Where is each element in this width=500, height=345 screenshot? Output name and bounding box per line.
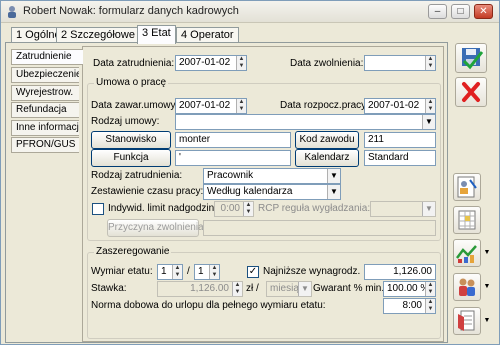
app-icon xyxy=(8,6,16,18)
grading-group-title: Zaszeregowanie xyxy=(94,246,172,257)
schedule-select[interactable]: Według kalendarza ▼ xyxy=(203,184,341,200)
contract-date-field[interactable]: 2007-01-02 ▲ ▼ xyxy=(175,98,247,114)
tab-operator[interactable]: 4 Operator xyxy=(176,27,239,43)
dismissal-reason-field xyxy=(203,220,436,236)
rate-label: Stawka: xyxy=(91,283,127,294)
job-fraction-numerator[interactable]: 1 ▲ ▼ xyxy=(157,264,183,280)
dismissal-reason-button: Przyczyna zwolnienia xyxy=(107,219,204,237)
spinner-icon[interactable]: ▲ ▼ xyxy=(236,99,246,113)
people-button[interactable] xyxy=(453,273,481,301)
leave-norm-label: Norma dobowa do urlopu dla pełnego wymia… xyxy=(91,300,326,311)
sidetab-inne-informacje[interactable]: Inne informacje xyxy=(11,120,79,136)
chevron-down-icon: ▼ xyxy=(298,282,311,296)
function-button[interactable]: Funkcja xyxy=(91,149,171,167)
function-field[interactable]: ' xyxy=(175,150,291,166)
rate-unit: zł / xyxy=(246,283,259,294)
documents-icon xyxy=(458,310,475,331)
calendar-button[interactable]: Kalendarz xyxy=(295,149,359,167)
title-bar[interactable]: Robert Nowak: formularz danych kadrowych… xyxy=(1,1,499,23)
min-wage-checkbox[interactable]: ✓ xyxy=(247,266,259,278)
chevron-down-icon[interactable]: ▼ xyxy=(422,115,435,129)
chart-icon xyxy=(456,245,477,263)
schedule-label: Zestawienie czasu pracy: xyxy=(91,186,204,197)
chevron-down-icon[interactable]: ▼ xyxy=(483,273,491,301)
chevron-down-icon[interactable]: ▼ xyxy=(483,307,491,335)
spinner-icon[interactable]: ▲ ▼ xyxy=(425,282,435,296)
red-x-icon xyxy=(462,82,480,102)
spinner-icon[interactable]: ▲ ▼ xyxy=(425,299,435,313)
leave-date-label: Data zwolnienia: xyxy=(290,58,364,69)
sidetab-refundacja[interactable]: Refundacja xyxy=(11,102,79,118)
occupation-code-field[interactable]: 211 xyxy=(364,132,436,148)
contract-type-label: Rodzaj umowy: xyxy=(91,116,160,127)
spinner-icon: ▲ ▼ xyxy=(232,282,242,296)
spinner-icon[interactable]: ▲ ▼ xyxy=(209,265,219,279)
calendar-field[interactable]: Standard xyxy=(364,150,436,166)
chevron-down-icon[interactable]: ▼ xyxy=(327,169,340,183)
employment-content: Data zatrudnienia: 2007-01-02 ▲ ▼ Data zw… xyxy=(82,46,444,342)
tab-etat[interactable]: 3 Etat xyxy=(137,25,176,44)
position-button[interactable]: Stanowisko xyxy=(91,131,171,149)
job-fraction-denominator[interactable]: 1 ▲ ▼ xyxy=(194,264,220,280)
window-title: Robert Nowak: formularz danych kadrowych xyxy=(23,5,239,17)
tab-szczegolowe[interactable]: 2 Szczegółowe xyxy=(56,27,140,43)
rate-field: 1,126.00 ▲ ▼ xyxy=(157,281,243,297)
form-window: Robert Nowak: formularz danych kadrowych… xyxy=(0,0,500,345)
spinner-icon[interactable]: ▲ ▼ xyxy=(425,99,435,113)
leave-date-field[interactable]: ▲ ▼ xyxy=(364,55,436,71)
close-button[interactable]: ✕ xyxy=(474,4,493,19)
min-wage-label: Najniższe wynagrodz. xyxy=(263,266,361,277)
sidetab-wyrejestrow[interactable]: Wyrejestrow. xyxy=(11,85,79,101)
rcp-rule-label: RCP reguła wygładzania: xyxy=(258,203,371,214)
start-date-label: Data rozpocz.pracy: xyxy=(280,100,369,111)
employee-settings-button[interactable] xyxy=(453,173,481,201)
start-date-field[interactable]: 2007-01-02 ▲ ▼ xyxy=(364,98,436,114)
overtime-limit-checkbox[interactable] xyxy=(92,203,104,215)
sidetab-ubezpieczenie[interactable]: Ubezpieczenie xyxy=(11,67,79,83)
minimize-button[interactable]: – xyxy=(428,4,447,19)
overtime-limit-field: 0:00 ▲ ▼ xyxy=(214,201,254,217)
contract-type-select[interactable]: ▼ xyxy=(175,114,436,130)
contract-group-title: Umowa o pracę xyxy=(94,77,169,88)
hire-date-label: Data zatrudnienia: xyxy=(93,58,175,69)
guarantee-field[interactable]: 100.00 % ▲ ▼ xyxy=(383,281,436,297)
spinner-icon: ▲ ▼ xyxy=(243,202,253,216)
person-form-icon xyxy=(457,176,477,198)
job-fraction-label: Wymiar etatu: xyxy=(91,266,153,277)
people-icon xyxy=(459,278,475,296)
spinner-icon[interactable]: ▲ ▼ xyxy=(425,56,435,70)
employment-type-select[interactable]: Pracownik ▼ xyxy=(203,168,341,184)
guarantee-label: Gwarant % min.: xyxy=(313,283,387,294)
occupation-code-button[interactable]: Kod zawodu xyxy=(295,131,359,149)
chart-button[interactable] xyxy=(453,239,481,267)
chevron-down-icon[interactable]: ▼ xyxy=(327,185,340,199)
fraction-separator: / xyxy=(187,266,190,277)
spinner-icon[interactable]: ▲ ▼ xyxy=(172,265,182,279)
employment-type-label: Rodzaj zatrudnienia: xyxy=(91,170,183,181)
rate-period-select: miesiąc ▼ xyxy=(266,281,312,297)
spinner-icon[interactable]: ▲ ▼ xyxy=(236,56,246,70)
contract-date-label: Data zawar.umowy: xyxy=(91,100,179,111)
floppy-check-icon xyxy=(462,48,484,70)
maximize-button[interactable]: □ xyxy=(451,4,470,19)
spreadsheet-button[interactable] xyxy=(453,206,481,234)
sidetab-pfron-gus[interactable]: PFRON/GUS xyxy=(11,137,79,153)
sidetab-zatrudnienie[interactable]: Zatrudnienie xyxy=(11,49,83,65)
rcp-rule-select: ▼ xyxy=(370,201,436,217)
cancel-button[interactable] xyxy=(455,77,487,107)
overtime-limit-label: Indywid. limit nadgodzin xyxy=(108,203,215,214)
hire-date-field[interactable]: 2007-01-02 ▲ ▼ xyxy=(175,55,247,71)
save-button[interactable] xyxy=(455,43,487,73)
leave-norm-field[interactable]: 8:00 ▲ ▼ xyxy=(383,298,436,314)
min-wage-field[interactable]: 1,126.00 xyxy=(364,264,436,280)
position-field[interactable]: monter xyxy=(175,132,291,148)
spreadsheet-icon xyxy=(458,210,476,230)
chevron-down-icon: ▼ xyxy=(422,202,435,216)
chevron-down-icon[interactable]: ▼ xyxy=(483,239,491,267)
documents-button[interactable] xyxy=(453,307,481,335)
